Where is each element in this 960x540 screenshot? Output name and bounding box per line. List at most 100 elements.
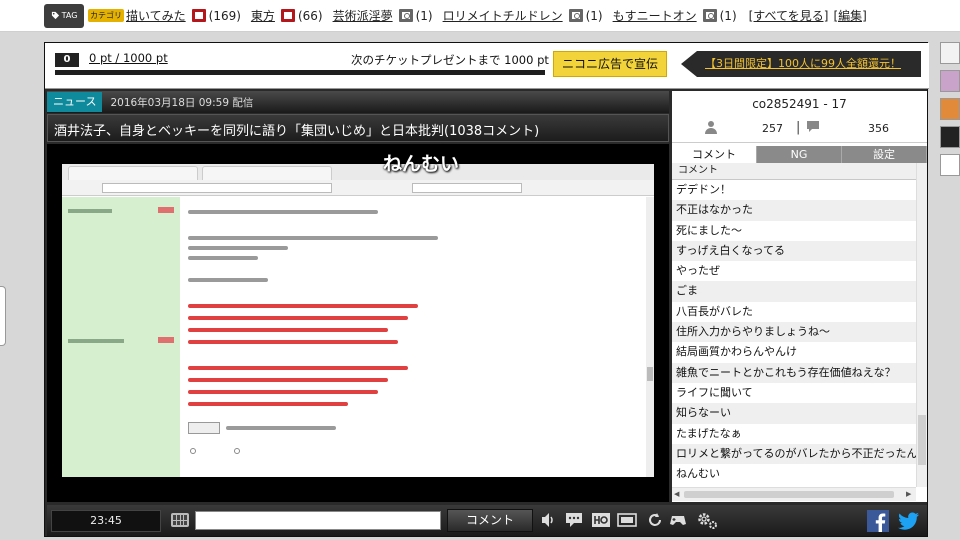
comment-row[interactable]: ロリメと繋がってるのがバレたから不正だったんだろ bbox=[672, 443, 916, 465]
stream-info: co2852491 - 17 257 | 356 bbox=[672, 91, 927, 143]
tag-count: (1) bbox=[585, 8, 603, 23]
comment-row[interactable]: 死にました～ bbox=[672, 221, 916, 241]
tag-item: 描いてみた (169) bbox=[126, 7, 241, 24]
facebook-share-icon[interactable] bbox=[867, 510, 889, 532]
gamepad-icon[interactable] bbox=[669, 512, 687, 528]
tag-item: ロリメイトチルドレン (1) bbox=[443, 7, 603, 24]
news-bar: ニュース 2016年03月18日 09:59 配信 bbox=[47, 91, 669, 113]
tag-bar: TAG カテゴリ 描いてみた (169) 東方 (66) 芸術派淫夢 (1) ロ… bbox=[0, 0, 960, 32]
twitter-share-icon[interactable] bbox=[897, 510, 921, 532]
form-label bbox=[68, 209, 112, 213]
tag-icon bbox=[51, 11, 59, 20]
see-all-tags-link[interactable]: [すべてを見る] bbox=[749, 7, 829, 24]
comment-row[interactable]: 知らなーい bbox=[672, 403, 916, 424]
control-bar: 23:45 コメント bbox=[47, 505, 927, 536]
screen-size-icon[interactable] bbox=[617, 512, 637, 528]
form-label-column bbox=[62, 197, 180, 477]
radio-option bbox=[190, 448, 196, 454]
side-thumbnail[interactable] bbox=[940, 154, 960, 176]
settings-gear-icon[interactable] bbox=[697, 512, 719, 530]
comment-list-hscrollbar[interactable]: ◀ ▶ bbox=[672, 487, 916, 501]
category-badge: カテゴリ bbox=[88, 9, 124, 22]
community-id: co2852491 - 17 bbox=[752, 97, 847, 111]
tag-count: (169) bbox=[208, 8, 241, 23]
tag-link[interactable]: 芸術派淫夢 bbox=[333, 7, 393, 24]
tag-item: もすニートオン (1) bbox=[613, 7, 737, 24]
flowing-comment: ねんむい bbox=[383, 153, 460, 175]
comment-row[interactable]: 不正はなかった bbox=[672, 200, 916, 221]
comment-row[interactable]: すっげえ白くなってる bbox=[672, 240, 916, 262]
comment-column-header[interactable]: コメント bbox=[672, 163, 916, 180]
ticket-count: 0 bbox=[55, 53, 79, 67]
volume-icon[interactable] bbox=[541, 512, 555, 528]
tag-button[interactable]: TAG bbox=[44, 3, 84, 28]
comment-row[interactable]: ねんむい bbox=[672, 464, 916, 484]
browser-tab bbox=[68, 166, 198, 180]
video-screen[interactable]: ねんむい bbox=[47, 144, 669, 502]
tag-link[interactable]: ロリメイトチルドレン bbox=[443, 7, 563, 24]
comment-row[interactable]: ごま bbox=[672, 281, 916, 302]
scroll-left-icon[interactable]: ◀ bbox=[674, 490, 679, 498]
tag-item: 芸術派淫夢 (1) bbox=[333, 7, 433, 24]
side-thumbnail[interactable] bbox=[940, 126, 960, 148]
tag-button-label: TAG bbox=[61, 11, 78, 20]
dictionary-icon[interactable] bbox=[702, 9, 717, 22]
tab-settings[interactable]: 設定 bbox=[842, 146, 927, 163]
comment-row[interactable]: やったぜ bbox=[672, 261, 916, 281]
scroll-right-icon[interactable]: ▶ bbox=[906, 490, 911, 498]
side-thumbnail[interactable] bbox=[940, 70, 960, 92]
comment-row[interactable]: 雑魚でニートとかこれもう存在価値ねえな？ bbox=[672, 362, 916, 383]
keyboard-icon[interactable] bbox=[171, 513, 189, 527]
news-badge: ニュース bbox=[47, 92, 103, 112]
hscrollbar-thumb[interactable] bbox=[684, 491, 894, 498]
comment-panel: co2852491 - 17 257 | 356 コメント NG 設定 コメント… bbox=[672, 91, 927, 502]
required-badge bbox=[158, 207, 174, 213]
browser-search-field bbox=[412, 183, 522, 193]
tag-count: (66) bbox=[297, 8, 323, 23]
browser-scrollbar bbox=[646, 197, 654, 477]
nicoad-button[interactable]: ニコニ広告で宣伝 bbox=[553, 51, 667, 77]
player: 0 0 pt / 1000 pt 次のチケットプレゼントまで 1000 pt ニ… bbox=[44, 42, 929, 537]
comment-list-scrollbar[interactable] bbox=[916, 163, 927, 487]
dictionary-icon[interactable] bbox=[568, 9, 583, 22]
viewer-count: 257 bbox=[762, 122, 783, 135]
tab-comment[interactable]: コメント bbox=[672, 146, 757, 163]
campaign-banner-link[interactable]: 【3日間限定】100人に99人全額還元！ bbox=[681, 51, 921, 77]
required-badge bbox=[158, 337, 174, 343]
stats-divider: | bbox=[796, 120, 801, 135]
comment-input[interactable] bbox=[195, 511, 441, 530]
tab-ng[interactable]: NG bbox=[757, 146, 842, 163]
comment-row[interactable]: デデドン！ bbox=[672, 180, 916, 200]
tag-link[interactable]: 東方 bbox=[251, 7, 275, 24]
dictionary-icon[interactable] bbox=[398, 9, 413, 22]
news-title-bar[interactable]: 酒井法子、自身とベッキーを同列に語り「集団いじめ」と日本批判(1038コメント) bbox=[47, 114, 669, 142]
comment-list: デデドン！ 不正はなかった 死にました～ すっげえ白くなってる やったぜ ごま … bbox=[672, 180, 916, 487]
dictionary-icon[interactable] bbox=[191, 9, 206, 22]
hq-quality-icon[interactable] bbox=[591, 512, 611, 528]
side-thumbnail[interactable] bbox=[940, 42, 960, 64]
ticket-points-link[interactable]: 0 pt / 1000 pt bbox=[89, 51, 168, 65]
comment-count: 356 bbox=[868, 122, 889, 135]
tag-link[interactable]: もすニートオン bbox=[613, 7, 697, 24]
side-thumbnail[interactable] bbox=[940, 98, 960, 120]
form-label bbox=[68, 339, 124, 343]
comment-submit-button[interactable]: コメント bbox=[447, 509, 533, 532]
file-select-button bbox=[188, 422, 220, 434]
comment-row[interactable]: 結局画質かわらんやんけ bbox=[672, 342, 916, 362]
left-side-tab[interactable] bbox=[0, 286, 6, 346]
comment-row[interactable]: 八百長がバレた bbox=[672, 302, 916, 322]
edit-tags-link[interactable]: [編集] bbox=[833, 7, 866, 24]
comment-row[interactable]: ライフに聞いて bbox=[672, 383, 916, 403]
dictionary-icon[interactable] bbox=[280, 9, 295, 22]
comment-row[interactable]: 住所入力からやりましょうね～ bbox=[672, 322, 916, 343]
comment-visibility-icon[interactable] bbox=[565, 512, 583, 528]
reload-icon[interactable] bbox=[647, 512, 663, 528]
ticket-bar: 0 0 pt / 1000 pt 次のチケットプレゼントまで 1000 pt ニ… bbox=[45, 43, 929, 89]
news-title: 酒井法子、自身とベッキーを同列に語り「集団いじめ」と日本批判(1038コメント) bbox=[54, 124, 540, 139]
ticket-progress-bar bbox=[55, 70, 545, 75]
tag-link[interactable]: 描いてみた bbox=[126, 7, 186, 24]
scrollbar-thumb[interactable] bbox=[918, 415, 926, 465]
radio-option bbox=[234, 448, 240, 454]
comment-row[interactable]: たまげたなぁ bbox=[672, 424, 916, 444]
tag-count: (1) bbox=[415, 8, 433, 23]
